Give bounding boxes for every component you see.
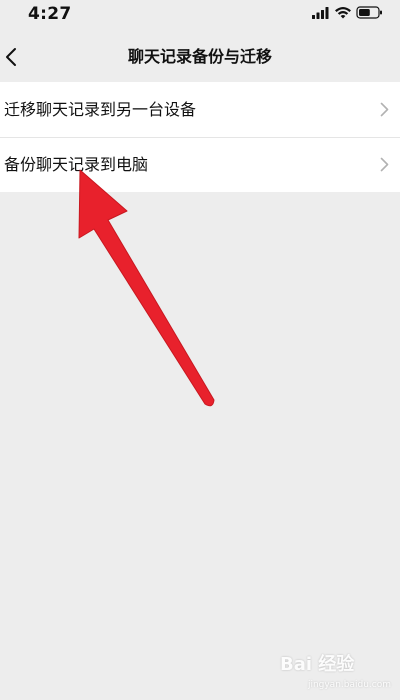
status-bar: 4:27 [0, 0, 400, 30]
nav-bar: 聊天记录备份与迁移 [0, 32, 400, 82]
battery-icon [356, 6, 382, 19]
chevron-left-icon [6, 48, 16, 66]
watermark-url: jingyan.baidu.com [307, 680, 391, 690]
battery-fill [359, 9, 370, 16]
watermark-logo: Bai 经验 [280, 654, 355, 675]
status-icons [312, 5, 384, 21]
chevron-right-icon [380, 157, 389, 172]
list-item-backup-chat-history-to-pc[interactable]: 备份聊天记录到电脑 [0, 137, 400, 192]
wifi-icon [335, 7, 351, 19]
list-item-label: 迁移聊天记录到另一台设备 [4, 100, 197, 119]
list-item-migrate-chat-history[interactable]: 迁移聊天记录到另一台设备 [0, 82, 400, 137]
page-title: 聊天记录备份与迁移 [127, 47, 272, 66]
settings-list: 迁移聊天记录到另一台设备 备份聊天记录到电脑 [0, 82, 400, 192]
status-time: 4:27 [28, 4, 72, 24]
chevron-right-icon [380, 102, 389, 117]
signal-bars-icon [312, 7, 329, 19]
list-item-label: 备份聊天记录到电脑 [4, 155, 149, 174]
watermark: Bai 经验 jingyan.baidu.com [280, 646, 395, 696]
back-button[interactable] [0, 32, 40, 82]
